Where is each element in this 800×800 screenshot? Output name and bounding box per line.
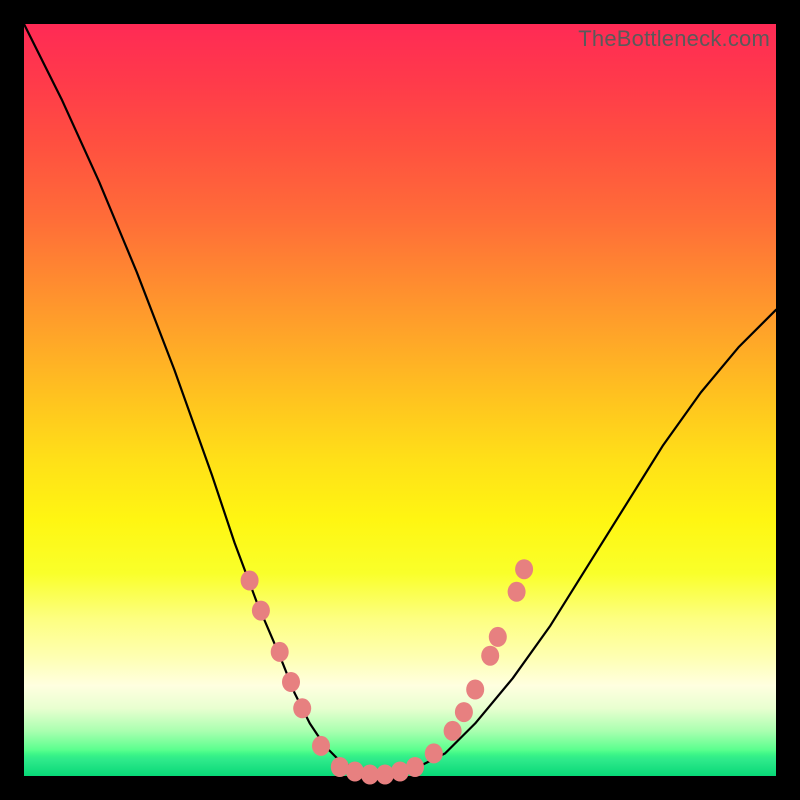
right-dot-2 [444,721,462,741]
left-dot-1 [241,571,259,591]
right-dot-6 [489,627,507,647]
right-dot-8 [515,559,533,579]
plot-area: TheBottleneck.com [24,24,776,776]
marker-dots [241,559,533,784]
v-curve [24,24,776,776]
right-dot-3 [455,702,473,722]
floor-dot-4 [376,765,394,785]
right-dot-7 [508,582,526,602]
chart-frame: TheBottleneck.com [0,0,800,800]
right-dot-5 [481,646,499,666]
curve-svg [24,24,776,776]
left-dot-4 [282,672,300,692]
floor-dot-1 [331,757,349,777]
left-dot-3 [271,642,289,662]
floor-dot-6 [406,757,424,777]
left-dot-5 [293,698,311,718]
watermark-text: TheBottleneck.com [578,26,770,52]
left-dot-2 [252,601,270,621]
right-dot-4 [466,680,484,700]
left-dot-6 [312,736,330,756]
floor-dot-2 [346,762,364,782]
right-dot-1 [425,743,443,763]
